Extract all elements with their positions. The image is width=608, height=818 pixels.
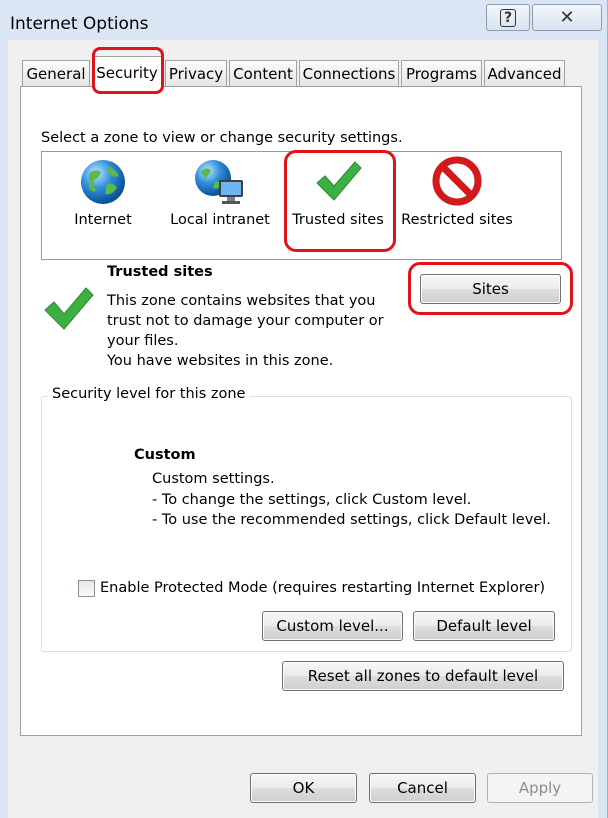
zone-restricted-sites[interactable]: Restricted sites [398,152,516,252]
intranet-icon [191,156,249,212]
help-button[interactable]: ? [486,4,530,31]
description-line: This zone contains websites that you [107,293,376,309]
green-check-icon [313,156,363,210]
tab-privacy[interactable]: Privacy [165,60,227,86]
zone-trusted-sites[interactable]: Trusted sites [288,152,388,252]
level-line: - To use the recommended settings, click… [152,512,551,528]
zone-trusted-sites-label: Trusted sites [292,212,384,228]
apply-button[interactable]: Apply [487,773,593,803]
ok-button[interactable]: OK [250,773,357,803]
no-entry-icon [432,156,482,210]
reset-all-zones-button[interactable]: Reset all zones to default level [282,661,564,691]
trusted-sites-check-icon [42,282,96,338]
security-level-title: Custom [134,447,196,463]
protected-mode-label: Enable Protected Mode (requires restarti… [100,580,546,596]
default-level-button[interactable]: Default level [413,611,555,641]
sites-button[interactable]: Sites [420,274,561,304]
tab-content[interactable]: Content [229,60,297,86]
globe-icon [77,156,129,212]
cancel-button[interactable]: Cancel [369,773,476,803]
security-level-description: Custom settings. - To change the setting… [152,469,551,531]
zone-list: Internet Local intranet Trusted sites Re… [41,151,562,260]
description-line: trust not to damage your computer or [107,313,384,329]
zone-prompt: Select a zone to view or change security… [41,130,403,146]
description-line: You have websites in this zone. [107,353,334,369]
description-line: your files. [107,333,179,349]
zone-local-intranet[interactable]: Local intranet [164,152,276,252]
tab-programs[interactable]: Programs [401,60,482,86]
window-title: Internet Options [10,14,149,34]
level-line: - To change the settings, click Custom l… [152,491,472,508]
tab-advanced[interactable]: Advanced [484,60,565,86]
level-line: Custom settings. [152,471,275,487]
selected-zone-description: This zone contains websites that you tru… [107,291,407,371]
custom-level-button[interactable]: Custom level... [262,611,403,641]
tab-connections[interactable]: Connections [299,60,399,86]
zone-local-intranet-label: Local intranet [170,212,270,228]
close-button[interactable]: ✕ [532,4,602,31]
tab-security[interactable]: Security [92,56,162,88]
selected-zone-title: Trusted sites [107,264,213,280]
zone-internet-label: Internet [74,212,132,228]
zone-internet[interactable]: Internet [62,152,144,252]
protected-mode-checkbox[interactable] [78,580,95,597]
security-level-legend: Security level for this zone [48,386,250,402]
zone-restricted-sites-label: Restricted sites [401,212,513,228]
tab-general[interactable]: General [22,60,90,86]
help-icon: ? [499,8,517,27]
close-icon: ✕ [559,7,575,28]
